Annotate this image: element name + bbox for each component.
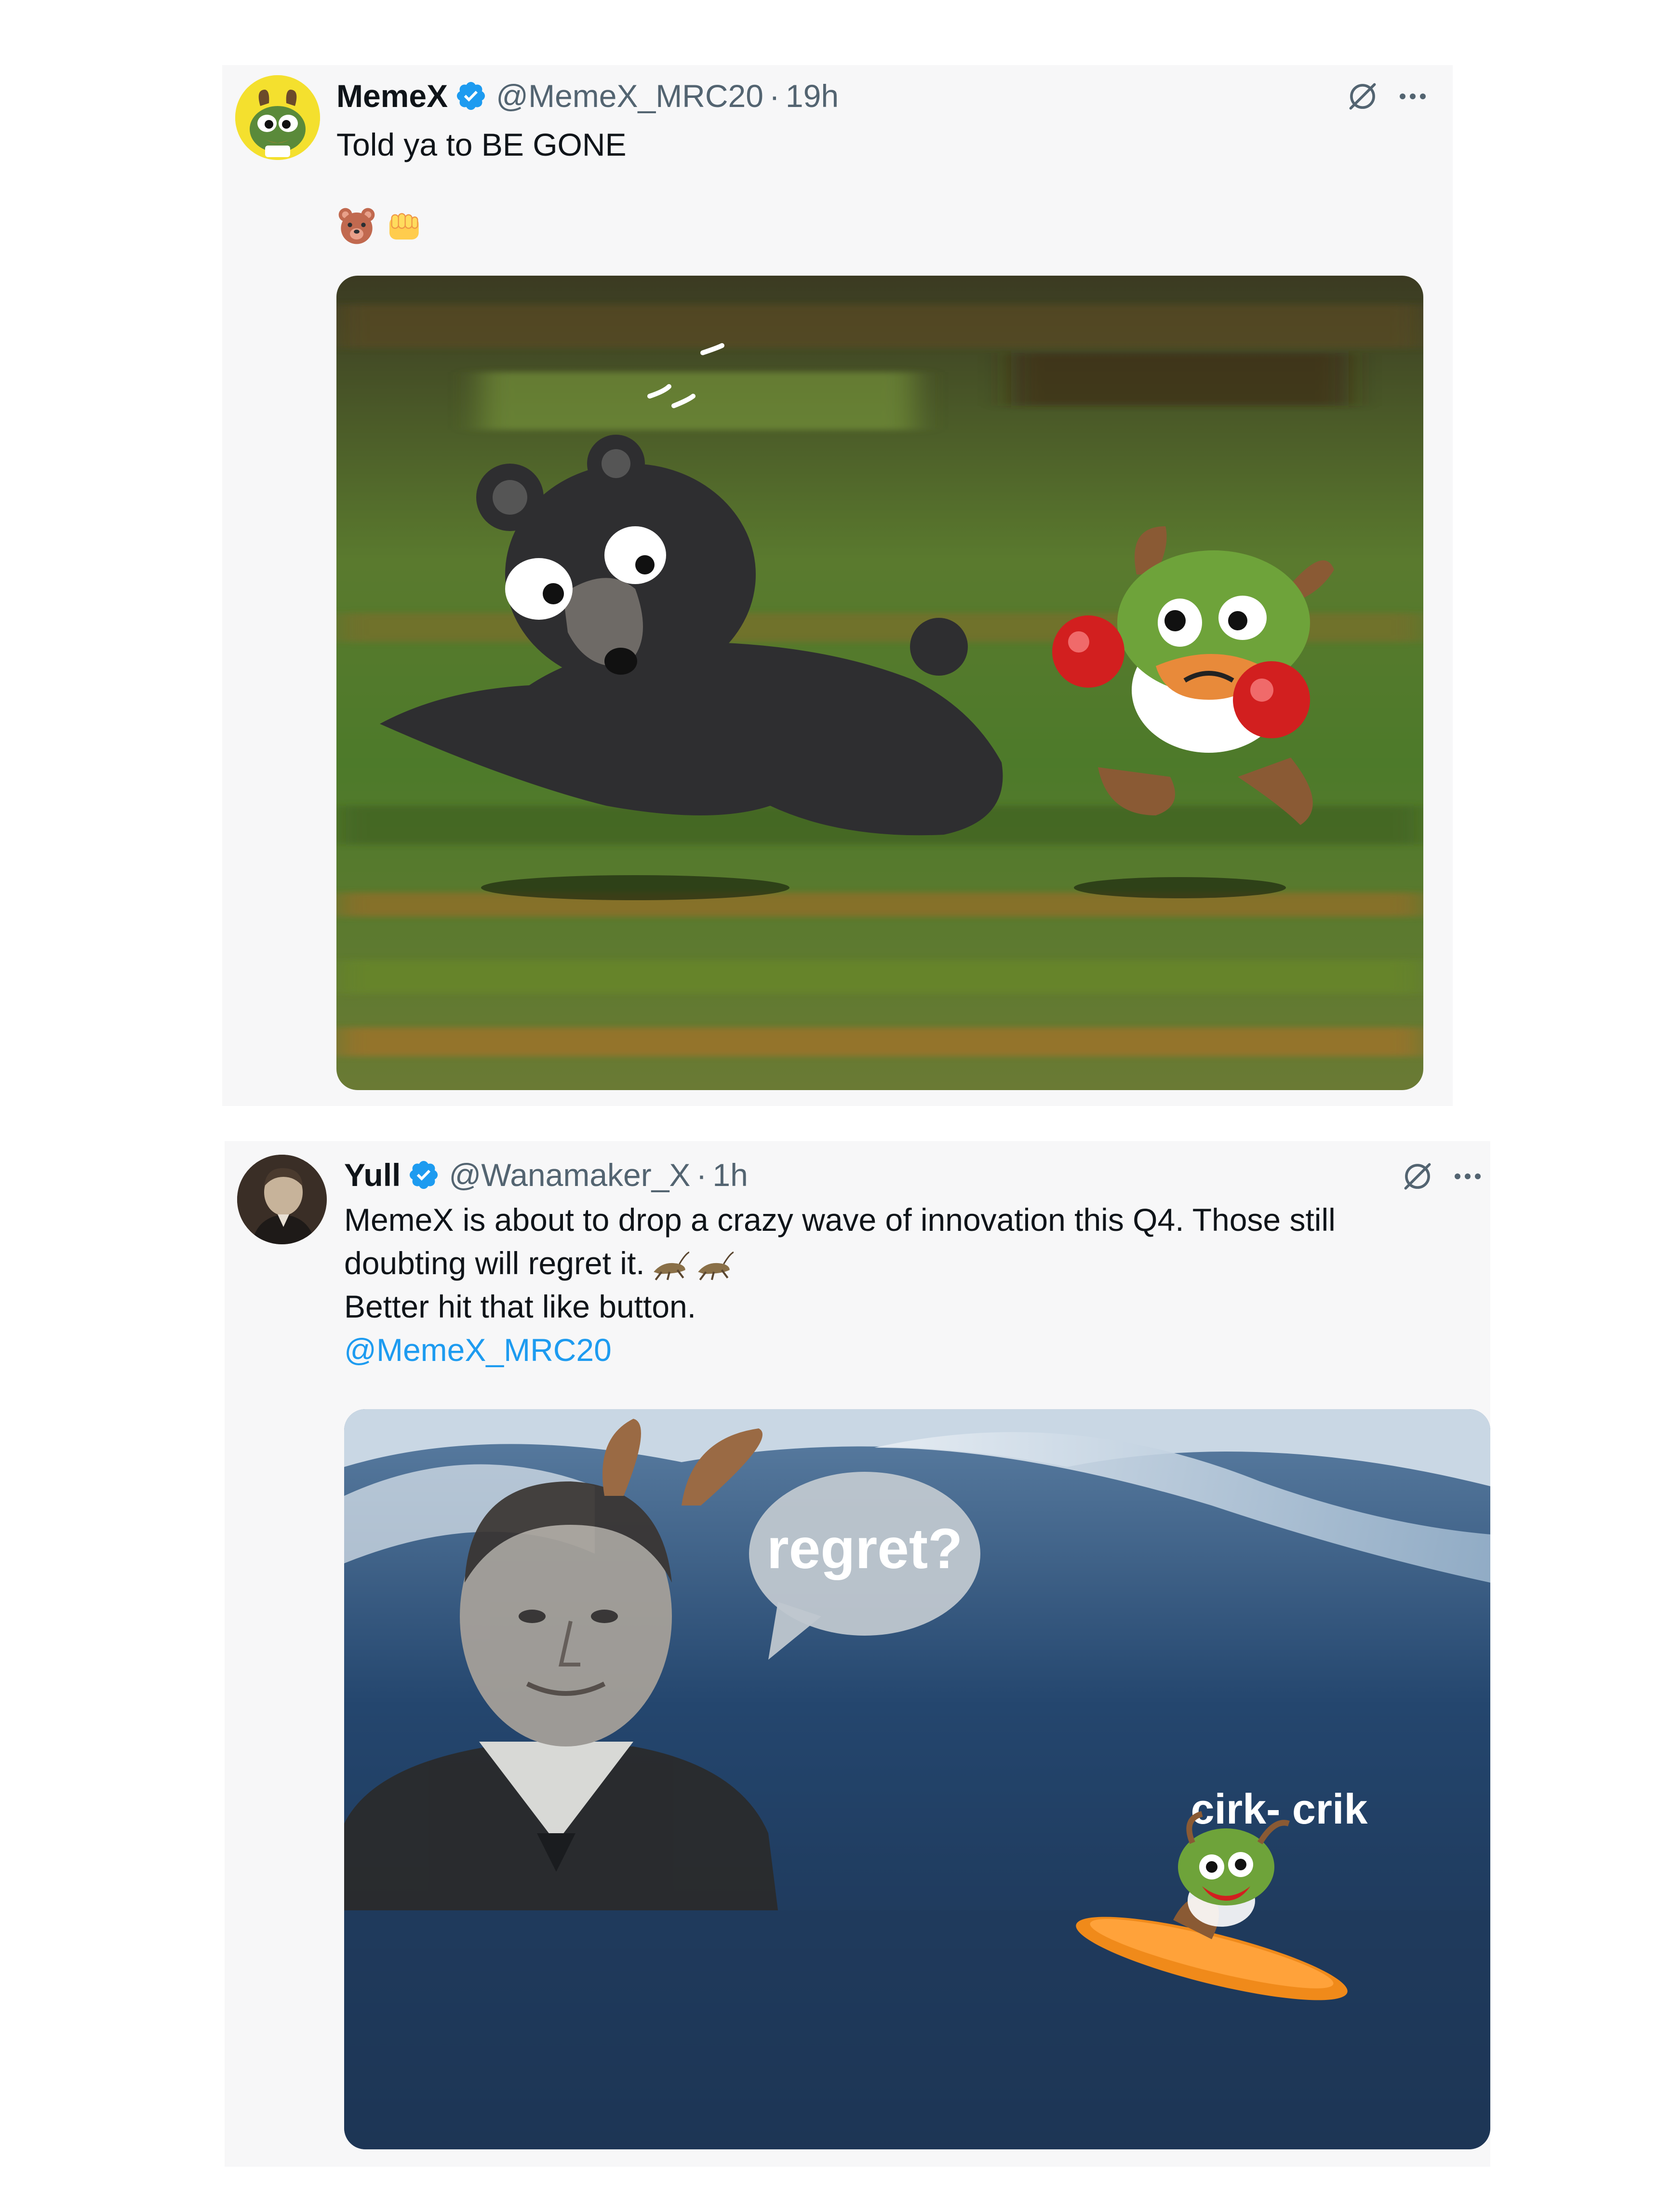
tweet-media-image[interactable]: regret? cirk- crik <box>344 1409 1490 2149</box>
user-handle[interactable]: @MemeX_MRC20 <box>496 80 763 112</box>
tweet-text: MemeX is about to drop a crazy wave of i… <box>344 1198 1336 1372</box>
tweet-text-fragment: doubting will regret it. <box>344 1245 645 1281</box>
tweet-media-image[interactable] <box>336 276 1423 1090</box>
tweet-header: MemeX @MemeX_MRC20 · 19h <box>336 80 839 112</box>
timestamp[interactable]: 1h <box>712 1159 748 1191</box>
tweet-text-line: doubting will regret it. <box>344 1241 1336 1285</box>
tweet-card[interactable]: MemeX @MemeX_MRC20 · 19h Told ya to BE G… <box>222 65 1453 1106</box>
oncoming-fist-icon <box>389 213 419 240</box>
display-name[interactable]: Yull <box>344 1159 401 1191</box>
avatar[interactable] <box>237 1155 327 1244</box>
tweet-text-line: Told ya to BE GONE <box>336 127 627 162</box>
tweet-header: Yull @Wanamaker_X · 1h <box>344 1159 748 1191</box>
tweet-card[interactable]: Yull @Wanamaker_X · 1h MemeX is about to… <box>225 1141 1490 2167</box>
more-options-icon[interactable] <box>1400 93 1426 99</box>
grok-icon[interactable] <box>1345 79 1380 114</box>
emoji-row <box>336 206 423 246</box>
tweet-text-line: MemeX is about to drop a crazy wave of i… <box>344 1202 1336 1238</box>
verified-badge-icon <box>457 81 485 110</box>
display-name[interactable]: MemeX <box>336 80 448 112</box>
user-handle[interactable]: @Wanamaker_X <box>449 1159 690 1191</box>
verified-badge-icon <box>410 1160 438 1189</box>
mention-link[interactable]: @MemeX_MRC20 <box>344 1328 1336 1372</box>
cricket-icon <box>697 1251 734 1280</box>
more-options-icon[interactable] <box>1455 1173 1481 1179</box>
wave-surfing-meme-image: regret? cirk- crik <box>344 1409 1490 2149</box>
tweet-text: Told ya to BE GONE <box>336 123 627 166</box>
separator-dot: · <box>696 1157 707 1193</box>
tweet-actions <box>1400 1159 1481 1194</box>
cricket-icon <box>653 1251 689 1280</box>
cartoon-bear-boxing-frog-image <box>336 276 1423 1090</box>
avatar[interactable] <box>235 75 320 160</box>
tweet-text-line: Better hit that like button. <box>344 1289 696 1324</box>
tweet-actions <box>1345 79 1426 114</box>
timestamp[interactable]: 19h <box>786 80 839 112</box>
separator-dot: · <box>769 78 780 114</box>
bear-face-emoji-icon <box>338 208 375 244</box>
grok-icon[interactable] <box>1400 1159 1435 1194</box>
bubble-text: regret? <box>767 1517 963 1581</box>
